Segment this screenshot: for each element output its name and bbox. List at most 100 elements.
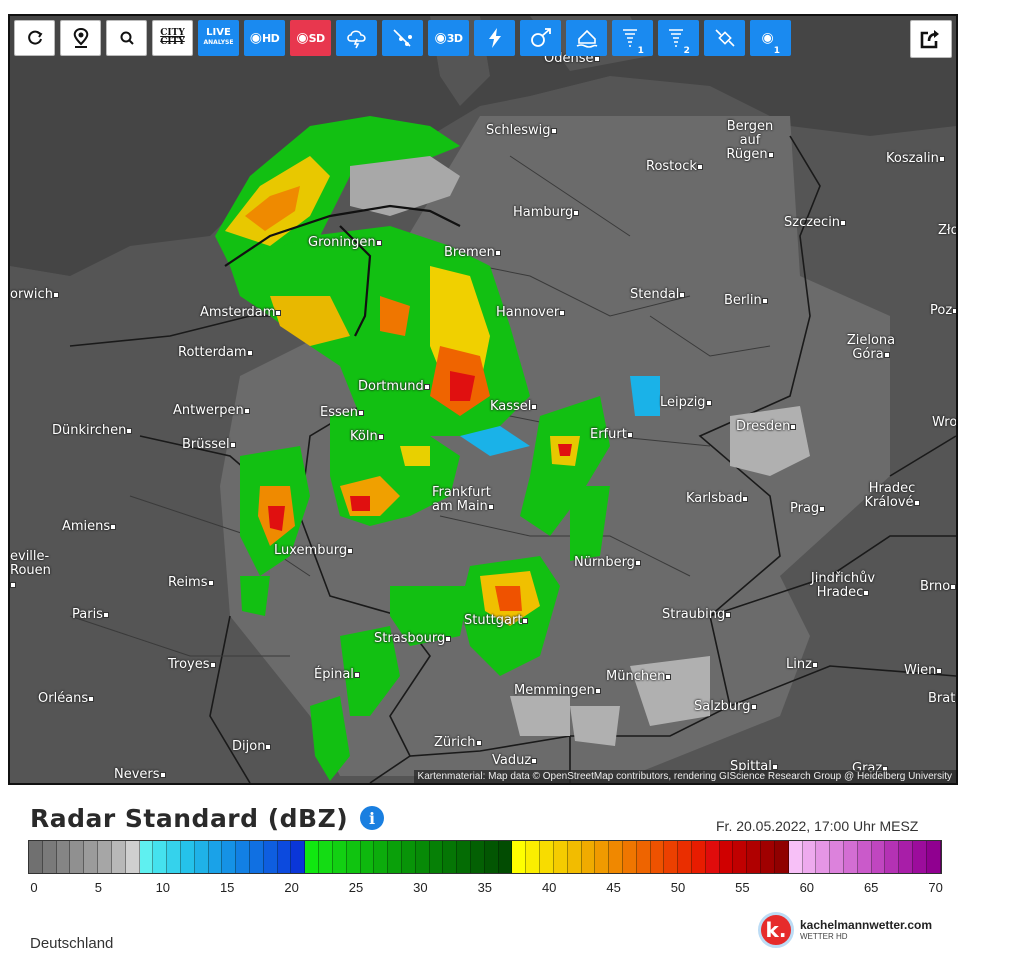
scale-tick-label: 50 bbox=[670, 880, 686, 895]
city-dot bbox=[243, 408, 250, 414]
radar-sd-button[interactable]: ◉ SD bbox=[290, 20, 331, 56]
storm-cell-button[interactable] bbox=[520, 20, 561, 56]
city-dot bbox=[634, 560, 641, 566]
flood-icon bbox=[576, 29, 597, 48]
city-label: Leipzig bbox=[660, 396, 712, 410]
share-icon bbox=[920, 30, 939, 49]
city-dot bbox=[573, 210, 580, 216]
rain-1-button[interactable]: ◉ 1 bbox=[750, 20, 791, 56]
timestamp: Fr. 20.05.2022, 17:00 Uhr MESZ bbox=[716, 818, 919, 834]
share-button[interactable] bbox=[910, 20, 952, 58]
radar-3d-button[interactable]: ◉ 3D bbox=[428, 20, 469, 56]
radar-hd-label: HD bbox=[261, 31, 280, 45]
live-sub-label: ANALYSE bbox=[203, 39, 234, 46]
city-label: Poz bbox=[930, 304, 956, 318]
refresh-button[interactable] bbox=[14, 20, 55, 56]
tornado-2-button[interactable]: 2 bbox=[658, 20, 699, 56]
scale-cell bbox=[42, 841, 57, 873]
live-analyse-button[interactable]: LIVE ANALYSE bbox=[198, 20, 239, 56]
city-dot bbox=[550, 128, 557, 134]
satellite-button[interactable] bbox=[704, 20, 745, 56]
city-dot bbox=[742, 496, 749, 502]
city-label: Wro bbox=[932, 416, 958, 430]
rain-1-label: 1 bbox=[773, 46, 780, 56]
city-label: Memmingen bbox=[514, 684, 601, 698]
storm-button[interactable] bbox=[336, 20, 377, 56]
scale-cell bbox=[277, 841, 292, 873]
scale-cell bbox=[609, 841, 623, 873]
city-label: Essen bbox=[320, 406, 364, 420]
scale-cell bbox=[650, 841, 665, 873]
scale-cell bbox=[913, 841, 927, 873]
city-dot bbox=[377, 434, 384, 440]
scale-tick-label: 25 bbox=[348, 880, 364, 895]
scale-cell bbox=[843, 841, 858, 873]
zoom-button[interactable] bbox=[106, 20, 147, 56]
scale-cell bbox=[926, 841, 941, 873]
scale-cell bbox=[167, 841, 181, 873]
city-label: Stuttgart bbox=[464, 614, 529, 628]
brand[interactable]: k. kachelmannwetter.com WETTER HD bbox=[758, 912, 932, 948]
scale-cell bbox=[360, 841, 375, 873]
scale-tick-label: 65 bbox=[863, 880, 879, 895]
satellite-icon bbox=[714, 29, 735, 47]
city-dot bbox=[750, 704, 757, 710]
city-dot bbox=[761, 298, 768, 304]
city-label: Brat bbox=[928, 692, 956, 706]
scale-tick-label: 45 bbox=[606, 880, 621, 895]
city-dot bbox=[487, 504, 494, 510]
scale-cell bbox=[747, 841, 762, 873]
scale-cell bbox=[429, 841, 444, 873]
city-label: Paris bbox=[72, 608, 109, 622]
city-dot bbox=[559, 310, 566, 316]
city-label: Hannover bbox=[496, 306, 566, 320]
city-dot bbox=[819, 506, 826, 512]
radar-hd-button[interactable]: ◉ HD bbox=[244, 20, 285, 56]
radar-sd-label: SD bbox=[308, 31, 326, 45]
map-attribution[interactable]: Kartenmaterial: Map data © OpenStreetMap… bbox=[413, 770, 956, 783]
region-label: Deutschland bbox=[30, 935, 114, 952]
city-dot bbox=[88, 696, 95, 702]
radar-map[interactable]: Odense Schleswig Bergen auf Rügen Rostoc… bbox=[8, 14, 958, 785]
scale-tick-label: 0 bbox=[30, 880, 38, 895]
city-dot bbox=[594, 688, 601, 694]
tornado-icon bbox=[622, 29, 637, 47]
city-label: Erfurt bbox=[590, 428, 633, 442]
city-label: Hamburg bbox=[513, 206, 580, 220]
scale-cell bbox=[305, 841, 320, 873]
tornado-1-label: 1 bbox=[637, 46, 644, 56]
tornado-2-label: 2 bbox=[683, 46, 690, 56]
city-label: orwich bbox=[10, 288, 59, 302]
hail-tracks-button[interactable] bbox=[382, 20, 423, 56]
scale-cell bbox=[319, 841, 333, 873]
city-dot bbox=[353, 672, 360, 678]
flood-button[interactable] bbox=[566, 20, 607, 56]
city-label: eville-Rouen bbox=[10, 550, 51, 592]
city-label: Rotterdam bbox=[178, 346, 253, 360]
scale-cell bbox=[125, 841, 140, 873]
scale-tick-label: 70 bbox=[928, 880, 943, 895]
lightning-button[interactable] bbox=[474, 20, 515, 56]
scale-cell bbox=[802, 841, 817, 873]
city-dot bbox=[665, 674, 672, 680]
scale-cell bbox=[98, 841, 112, 873]
scale-cell bbox=[622, 841, 637, 873]
scale-cell bbox=[595, 841, 610, 873]
scale-cell bbox=[236, 841, 250, 873]
scale-cell bbox=[636, 841, 651, 873]
city-label: Dortmund bbox=[358, 380, 430, 394]
scale-cell bbox=[250, 841, 264, 873]
city-label: Schleswig bbox=[486, 124, 557, 138]
city-dot bbox=[358, 410, 364, 416]
city-dot bbox=[957, 420, 958, 426]
refresh-icon bbox=[27, 30, 42, 45]
tornado-1-button[interactable]: 1 bbox=[612, 20, 653, 56]
city-label: Rostock bbox=[646, 160, 703, 174]
city-label: Bremen bbox=[444, 246, 501, 260]
city-label: Koszalin bbox=[886, 152, 945, 166]
info-icon[interactable]: i bbox=[360, 806, 384, 830]
city-dot bbox=[531, 404, 538, 410]
city-dot bbox=[275, 310, 282, 316]
city-toggle-button[interactable]: CITY CITY bbox=[152, 20, 193, 56]
location-button[interactable] bbox=[60, 20, 101, 56]
